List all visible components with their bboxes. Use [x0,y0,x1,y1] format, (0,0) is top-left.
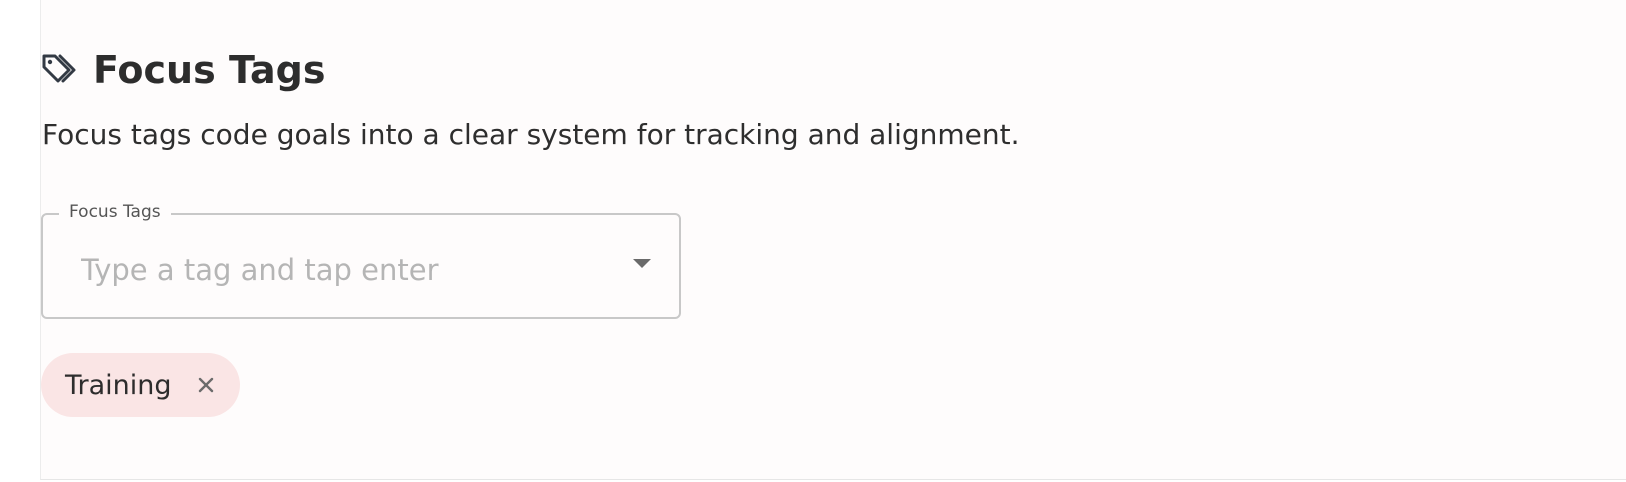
tags-icon [41,52,79,88]
tag-input[interactable] [81,253,601,287]
tag-chip: Training [41,353,240,417]
page-title: Focus Tags [93,48,326,92]
caret-down-icon[interactable] [633,259,651,268]
section-description: Focus tags code goals into a clear syste… [42,118,1020,151]
field-label: Focus Tags [59,201,171,223]
section-header: Focus Tags [41,48,326,92]
close-icon[interactable] [196,375,216,395]
focus-tags-field[interactable]: Focus Tags [41,201,681,319]
tag-chip-label: Training [65,369,172,401]
